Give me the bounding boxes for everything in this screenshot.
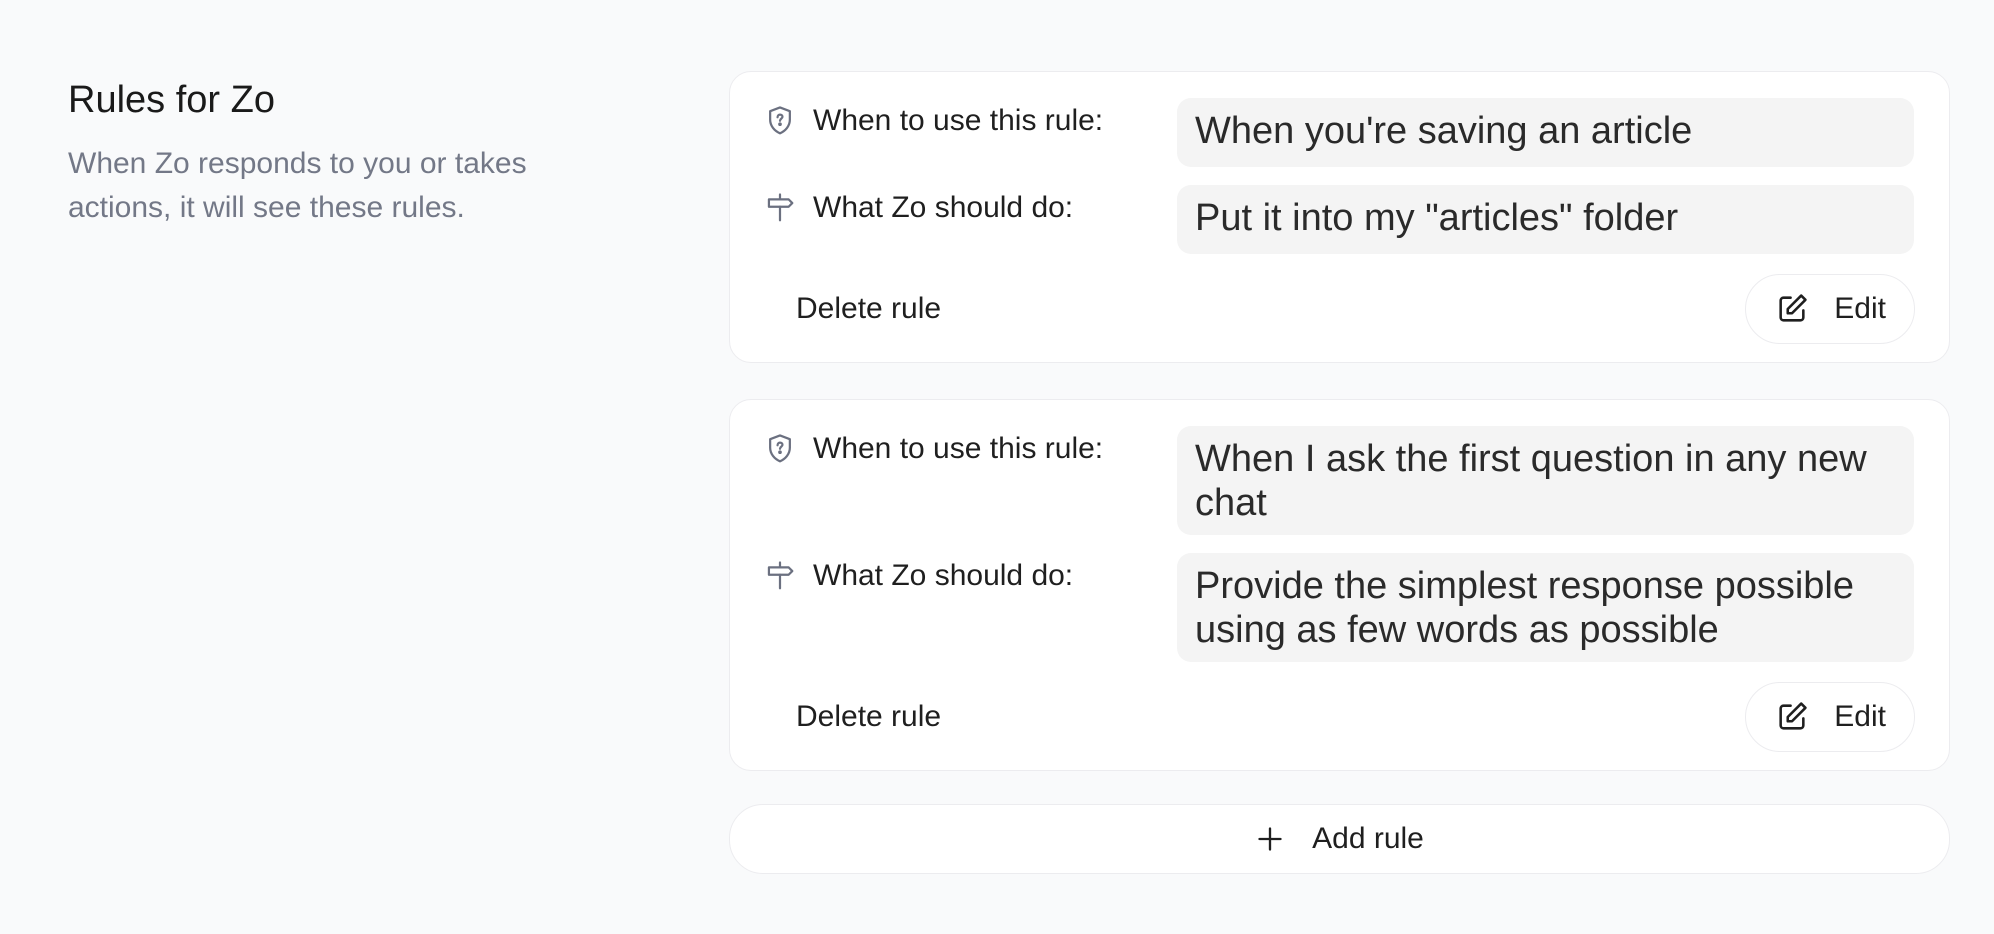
shield-question-icon xyxy=(763,432,797,466)
rule-what-label-group: What Zo should do: xyxy=(765,185,1177,225)
rule-when-label: When to use this rule: xyxy=(813,432,1104,465)
rule-when-value: When you're saving an article xyxy=(1177,98,1914,167)
pencil-square-icon xyxy=(1774,699,1810,735)
rule-when-label-group: When to use this rule: xyxy=(765,426,1177,466)
rule-what-label: What Zo should do: xyxy=(813,559,1074,592)
shield-question-icon xyxy=(763,104,797,138)
rule-what-row: What Zo should do: Provide the simplest … xyxy=(765,553,1914,662)
rule-card: When to use this rule: When I ask the fi… xyxy=(729,399,1950,771)
plus-icon xyxy=(1255,824,1285,854)
rule-when-row: When to use this rule: When I ask the fi… xyxy=(765,426,1914,535)
signpost-icon xyxy=(763,559,797,593)
add-rule-label: Add rule xyxy=(1312,822,1424,855)
signpost-icon xyxy=(763,191,797,225)
rule-what-row: What Zo should do: Put it into my "artic… xyxy=(765,185,1914,254)
rule-when-label-group: When to use this rule: xyxy=(765,98,1177,138)
edit-rule-label: Edit xyxy=(1834,700,1886,733)
edit-rule-button[interactable]: Edit xyxy=(1745,682,1915,752)
page-title: Rules for Zo xyxy=(68,79,275,121)
rule-what-value: Put it into my "articles" folder xyxy=(1177,185,1914,254)
rule-what-label-group: What Zo should do: xyxy=(765,553,1177,593)
rule-when-label: When to use this rule: xyxy=(813,104,1104,137)
intro-section: Rules for Zo When Zo responds to you or … xyxy=(68,76,628,230)
edit-rule-button[interactable]: Edit xyxy=(1745,274,1915,344)
rule-what-value: Provide the simplest response possible u… xyxy=(1177,553,1914,662)
pencil-square-icon xyxy=(1774,291,1810,327)
delete-rule-button[interactable]: Delete rule xyxy=(771,282,966,336)
rule-when-value: When I ask the first question in any new… xyxy=(1177,426,1914,535)
page-description: When Zo responds to you or takes actions… xyxy=(68,147,527,224)
rule-actions: Delete rule Edit xyxy=(765,274,1915,344)
rule-when-row: When to use this rule: When you're savin… xyxy=(765,98,1914,167)
rule-what-label: What Zo should do: xyxy=(813,191,1074,224)
rule-actions: Delete rule Edit xyxy=(765,682,1915,752)
rules-list: When to use this rule: When you're savin… xyxy=(729,71,1950,874)
edit-rule-label: Edit xyxy=(1834,292,1886,325)
rule-card: When to use this rule: When you're savin… xyxy=(729,71,1950,363)
add-rule-button[interactable]: Add rule xyxy=(729,804,1950,874)
delete-rule-button[interactable]: Delete rule xyxy=(771,690,966,744)
